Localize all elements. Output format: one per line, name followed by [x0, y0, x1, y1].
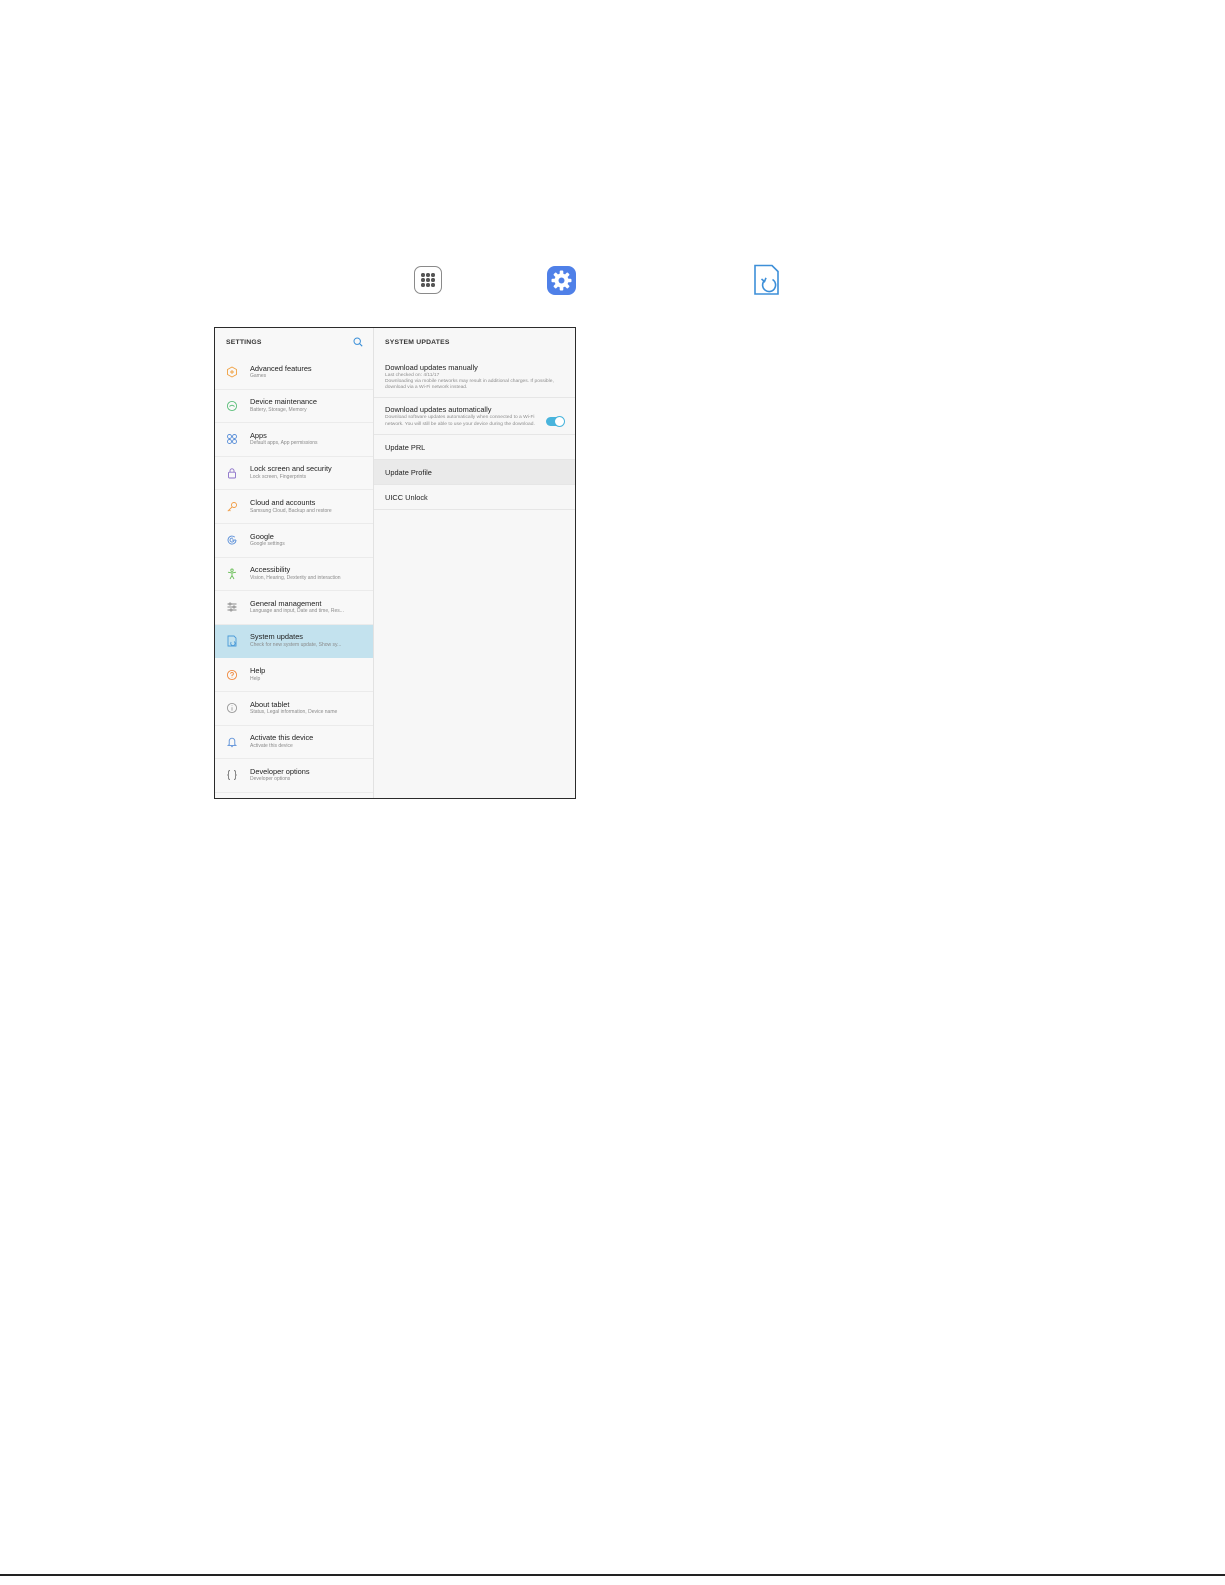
sidebar-item-apps[interactable]: Apps Default apps, App permissions [215, 423, 373, 457]
sidebar-item-summary: Language and input, Date and time, Res..… [250, 608, 344, 615]
sidebar-item-texts: Accessibility Vision, Hearing, Dexterity … [250, 566, 341, 581]
download-manual-description: Last checked on: 4/11/17 Downloading via … [385, 373, 565, 391]
info-icon [226, 703, 238, 714]
settings-gear-icon[interactable] [547, 266, 576, 295]
sidebar-item-summary: Help [250, 675, 261, 682]
search-icon[interactable] [353, 337, 363, 347]
apps-grid-icon [227, 434, 237, 445]
google-icon [227, 535, 237, 545]
sidebar-item-system-updates[interactable]: System updates Check for new system updat… [215, 624, 373, 659]
settings-menu-list: Advanced features Games Device maintenance… [215, 356, 373, 793]
sidebar-item-texts: Google Google settings [250, 531, 285, 548]
advanced-features-icon [227, 366, 237, 378]
download-updates-automatically[interactable]: Download updates automatically Download … [374, 398, 575, 435]
download-updates-manually[interactable]: Download updates manually Last checked o… [374, 356, 575, 399]
sidebar-item-texts: General management Language and input, Da… [250, 598, 344, 615]
sidebar-item-label: Google [250, 531, 274, 541]
sidebar-item-texts: Cloud and accounts Samsung Cloud, Backup … [250, 499, 332, 514]
toggle-knob [554, 416, 565, 428]
update-prl-item[interactable]: Update PRL [374, 435, 575, 460]
sidebar-item-advanced-features[interactable]: Advanced features Games [215, 356, 373, 390]
sidebar-item-texts: About tablet Status, Legal information, D… [250, 699, 338, 716]
sidebar-item-texts: Device maintenance Battery, Storage, Memo… [250, 398, 317, 413]
settings-screenshot: SETTINGS Advanced features Games Device ma… [214, 327, 576, 799]
sidebar-item-label: Device maintenance [250, 397, 317, 407]
sidebar-item-texts: Help Help [250, 666, 266, 682]
uicc-unlock-item[interactable]: UICC Unlock [374, 485, 575, 510]
sidebar-item-texts: System updates Check for new system updat… [250, 633, 341, 648]
sidebar-item-label: Lock screen and security [250, 464, 332, 474]
sidebar-item-summary: Samsung Cloud, Backup and restore [250, 507, 332, 514]
sidebar-item-label: Apps [250, 430, 267, 440]
device-maintenance-icon [226, 400, 238, 411]
sidebar-item-texts: Apps Default apps, App permissions [250, 430, 318, 447]
system-updates-header: SYSTEM UPDATES [374, 328, 575, 356]
sidebar-item-label: Cloud and accounts [250, 498, 316, 508]
sliders-icon [227, 603, 237, 612]
auto-download-toggle[interactable] [546, 416, 565, 428]
sidebar-item-texts: Lock screen and security Lock screen, Fin… [250, 465, 332, 480]
sidebar-item-summary: Status, Legal information, Device name [250, 709, 338, 716]
page-divider [0, 1574, 1225, 1576]
lock-icon [228, 468, 236, 479]
system-updates-icon [227, 635, 237, 647]
uicc-unlock-label: UICC Unlock [385, 492, 428, 502]
sidebar-item-label: Advanced features [250, 363, 312, 373]
sidebar-item-summary: Lock screen, Fingerprints [250, 473, 307, 480]
sidebar-item-summary: Vision, Hearing, Dexterity and interacti… [250, 574, 341, 581]
sidebar-item-lock-screen-and-security[interactable]: Lock screen and security Lock screen, Fin… [215, 457, 373, 491]
sidebar-item-google[interactable]: Google Google settings [215, 524, 373, 558]
sidebar-item-label: Accessibility [250, 565, 291, 575]
sidebar-item-accessibility[interactable]: Accessibility Vision, Hearing, Dexterity … [215, 558, 373, 592]
download-auto-description: Download software updates automatically … [385, 415, 535, 427]
key-icon [227, 501, 237, 512]
system-updates-title: SYSTEM UPDATES [385, 338, 450, 346]
sidebar-item-label: General management [250, 598, 322, 608]
update-prl-label: Update PRL [385, 442, 426, 452]
sidebar-item-label: Developer options [250, 766, 310, 776]
braces-icon [227, 770, 237, 781]
settings-title: SETTINGS [226, 338, 262, 346]
system-updates-icon[interactable] [752, 264, 781, 296]
download-manual-note: Downloading via mobile networks may resu… [385, 379, 554, 391]
update-profile-item[interactable]: Update Profile [374, 459, 575, 485]
sidebar-item-summary: Activate this device [250, 742, 293, 749]
sidebar-item-summary: Google settings [250, 541, 285, 548]
sidebar-item-texts: Activate this device Activate this device [250, 734, 313, 749]
system-updates-pane: SYSTEM UPDATES Download updates manually… [374, 328, 575, 798]
download-manual-title: Download updates manually [385, 363, 478, 372]
sidebar-item-summary: Default apps, App permissions [250, 440, 318, 447]
sidebar-item-label: Activate this device [250, 733, 314, 743]
sidebar-item-summary: Battery, Storage, Memory [250, 406, 307, 413]
bell-icon [226, 737, 238, 748]
sidebar-item-developer-options[interactable]: Developer options Developer options [215, 759, 373, 793]
sidebar-item-summary: Games [250, 373, 267, 380]
sidebar-item-device-maintenance[interactable]: Device maintenance Battery, Storage, Memo… [215, 390, 373, 424]
sidebar-item-label: System updates [250, 632, 303, 642]
sidebar-item-label: About tablet [250, 699, 290, 709]
settings-menu-pane: SETTINGS Advanced features Games Device ma… [215, 328, 374, 798]
accessibility-icon [227, 568, 237, 580]
sidebar-item-about-tablet[interactable]: About tablet Status, Legal information, D… [215, 692, 373, 726]
sidebar-item-summary: Developer options [250, 776, 291, 783]
sidebar-item-cloud-and-accounts[interactable]: Cloud and accounts Samsung Cloud, Backup … [215, 490, 373, 524]
sidebar-item-summary: Check for new system update, Show sy... [250, 641, 342, 648]
download-auto-title: Download updates automatically [385, 405, 492, 415]
apps-icon[interactable] [414, 266, 442, 294]
sidebar-item-help[interactable]: Help Help [215, 658, 373, 692]
sidebar-item-general-management[interactable]: General management Language and input, Da… [215, 591, 373, 625]
sidebar-item-label: Help [250, 666, 266, 675]
sidebar-item-activate-this-device[interactable]: Activate this device Activate this device [215, 726, 373, 760]
sidebar-item-texts: Advanced features Games [250, 363, 312, 380]
settings-header: SETTINGS [215, 328, 373, 356]
help-icon [226, 669, 238, 680]
update-profile-label: Update Profile [385, 467, 432, 477]
sidebar-item-texts: Developer options Developer options [250, 766, 310, 783]
